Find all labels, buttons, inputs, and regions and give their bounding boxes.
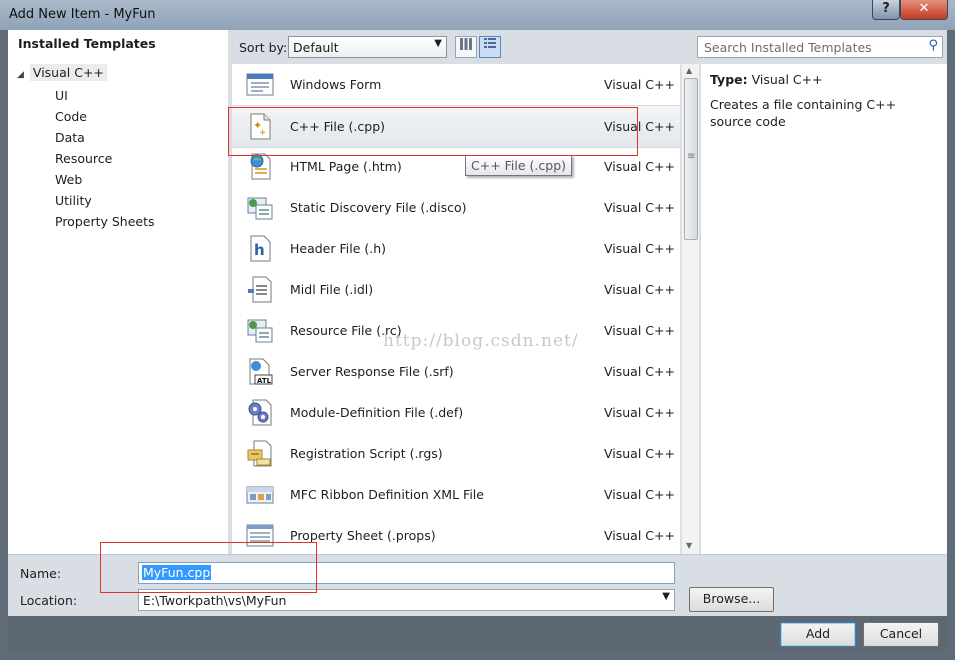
annotation-box-cpp bbox=[228, 107, 638, 156]
windows-form-icon bbox=[246, 71, 274, 98]
midl-file-icon bbox=[246, 276, 274, 303]
resource-file-icon bbox=[246, 317, 274, 344]
template-description: Creates a file containing C++ source cod… bbox=[710, 97, 897, 129]
template-list-scrollbar[interactable]: ▲ ≡ ▼ bbox=[681, 64, 699, 554]
type-label: Type: bbox=[710, 72, 748, 87]
sort-label: Sort by: bbox=[239, 40, 288, 55]
list-view-icon bbox=[484, 38, 496, 48]
window-title: Add New Item - MyFun bbox=[9, 7, 156, 22]
template-language: Visual C++ bbox=[604, 487, 675, 502]
template-item-windows-form[interactable]: Windows Form Visual C++ bbox=[232, 64, 680, 105]
template-name: Windows Form bbox=[290, 77, 382, 92]
add-button[interactable]: Add bbox=[780, 622, 856, 647]
template-item-header-file[interactable]: h Header File (.h) Visual C++ bbox=[232, 228, 680, 269]
template-tooltip: C++ File (.cpp) bbox=[465, 155, 573, 176]
ribbon-xml-icon bbox=[246, 481, 274, 508]
tree-item-code[interactable]: Code bbox=[55, 107, 155, 128]
template-name: Module-Definition File (.def) bbox=[290, 405, 464, 420]
template-language: Visual C++ bbox=[604, 323, 675, 338]
template-name: Header File (.h) bbox=[290, 241, 387, 256]
template-name: MFC Ribbon Definition XML File bbox=[290, 487, 484, 502]
cancel-button[interactable]: Cancel bbox=[863, 622, 939, 647]
tree-item-web[interactable]: Web bbox=[55, 170, 155, 191]
template-name: HTML Page (.htm) bbox=[290, 159, 402, 174]
template-language: Visual C++ bbox=[604, 405, 675, 420]
tree-item-utility[interactable]: Utility bbox=[55, 191, 155, 212]
thumb-grip-icon: ≡ bbox=[687, 151, 696, 162]
template-language: Visual C++ bbox=[604, 241, 675, 256]
scroll-thumb[interactable]: ≡ bbox=[684, 78, 698, 240]
list-view-button[interactable] bbox=[479, 36, 501, 58]
tree-children: UI Code Data Resource Web Utility Proper… bbox=[55, 86, 155, 233]
location-value: E:\Tworkpath\vs\MyFun bbox=[143, 593, 287, 608]
annotation-box-name bbox=[100, 542, 317, 593]
registration-script-icon bbox=[246, 440, 274, 467]
server-response-file-icon: ATL bbox=[246, 358, 274, 385]
module-definition-file-icon bbox=[246, 399, 274, 426]
small-icons-view-icon bbox=[460, 38, 472, 50]
small-icons-view-button[interactable] bbox=[455, 36, 477, 58]
watermark-text: http://blog.csdn.net/ bbox=[383, 331, 579, 351]
sort-value: Default bbox=[293, 40, 339, 55]
header-file-icon: h bbox=[246, 235, 274, 262]
template-language: Visual C++ bbox=[604, 364, 675, 379]
installed-templates-panel: Installed Templates ◢ Visual C++ UI Code … bbox=[8, 30, 228, 554]
scroll-up-arrow-icon[interactable]: ▲ bbox=[686, 66, 692, 75]
template-language: Visual C++ bbox=[604, 200, 675, 215]
search-icon[interactable]: ⚲ bbox=[928, 38, 938, 53]
template-language: Visual C++ bbox=[604, 446, 675, 461]
chevron-down-icon: ▼ bbox=[434, 38, 442, 49]
installed-templates-header: Installed Templates bbox=[18, 36, 156, 51]
scroll-down-arrow-icon[interactable]: ▼ bbox=[686, 541, 692, 550]
template-language: Visual C++ bbox=[604, 159, 675, 174]
dialog-footer: Add Cancel bbox=[8, 616, 947, 652]
title-bar: Add New Item - MyFun ? ✕ bbox=[0, 0, 955, 30]
template-item-registration-script[interactable]: Registration Script (.rgs) Visual C++ bbox=[232, 433, 680, 474]
html-page-icon bbox=[246, 153, 274, 180]
search-installed-templates-input[interactable]: Search Installed Templates ⚲ bbox=[697, 36, 943, 58]
tree-item-resource[interactable]: Resource bbox=[55, 149, 155, 170]
template-name: Property Sheet (.props) bbox=[290, 528, 436, 543]
discovery-file-icon bbox=[246, 194, 274, 221]
template-name: Static Discovery File (.disco) bbox=[290, 200, 467, 215]
template-item-mfc-ribbon[interactable]: MFC Ribbon Definition XML File Visual C+… bbox=[232, 474, 680, 515]
sort-toolbar: Sort by: Default ▼ bbox=[232, 30, 698, 63]
template-item-midl-file[interactable]: Midl File (.idl) Visual C++ bbox=[232, 269, 680, 310]
tree-item-visual-cpp[interactable]: ◢ Visual C++ bbox=[17, 64, 107, 81]
template-details-panel: Type: Visual C++ Creates a file containi… bbox=[701, 64, 947, 554]
type-row: Type: Visual C++ bbox=[710, 72, 823, 87]
svg-text:h: h bbox=[254, 241, 265, 259]
template-name: Midl File (.idl) bbox=[290, 282, 374, 297]
tree-item-property-sheets[interactable]: Property Sheets bbox=[55, 212, 155, 233]
sort-dropdown[interactable]: Default ▼ bbox=[288, 36, 447, 58]
template-item-module-definition[interactable]: Module-Definition File (.def) Visual C++ bbox=[232, 392, 680, 433]
template-name: Server Response File (.srf) bbox=[290, 364, 454, 379]
type-value: Visual C++ bbox=[751, 72, 823, 87]
template-name: Registration Script (.rgs) bbox=[290, 446, 443, 461]
location-label: Location: bbox=[20, 593, 78, 608]
name-label: Name: bbox=[20, 566, 62, 581]
close-button[interactable]: ✕ bbox=[900, 0, 948, 20]
tree-item-data[interactable]: Data bbox=[55, 128, 155, 149]
svg-text:ATL: ATL bbox=[257, 377, 272, 385]
template-item-static-discovery[interactable]: Static Discovery File (.disco) Visual C+… bbox=[232, 187, 680, 228]
browse-button[interactable]: Browse... bbox=[689, 587, 774, 612]
template-item-server-response[interactable]: ATL Server Response File (.srf) Visual C… bbox=[232, 351, 680, 392]
help-button[interactable]: ? bbox=[872, 0, 900, 20]
tree-item-ui[interactable]: UI bbox=[55, 86, 155, 107]
template-language: Visual C++ bbox=[604, 282, 675, 297]
tree-item-label: Visual C++ bbox=[29, 64, 107, 81]
search-placeholder: Search Installed Templates bbox=[704, 40, 872, 55]
template-language: Visual C++ bbox=[604, 528, 675, 543]
chevron-down-icon[interactable]: ▼ bbox=[662, 591, 670, 602]
template-language: Visual C++ bbox=[604, 77, 675, 92]
expand-triangle-icon[interactable]: ◢ bbox=[17, 70, 24, 80]
